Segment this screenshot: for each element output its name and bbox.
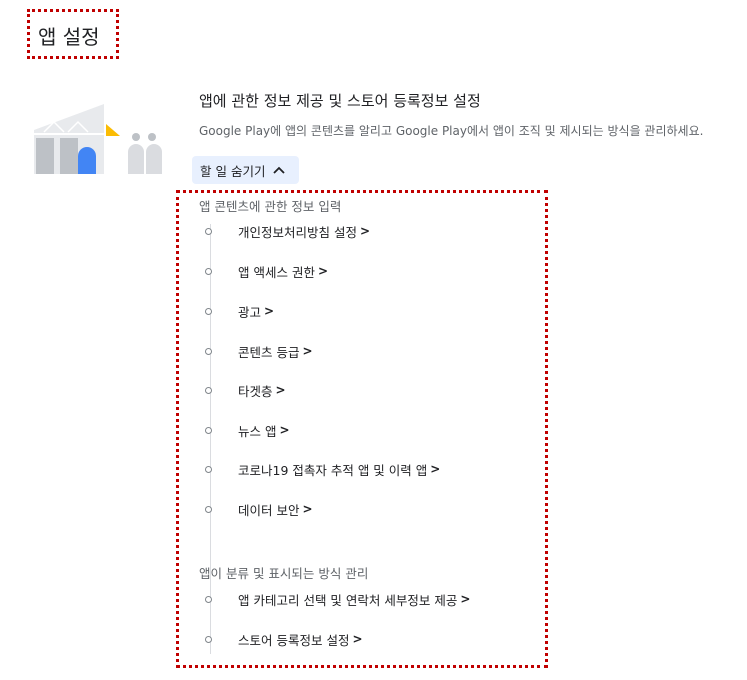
step-link-content-rating[interactable]: 콘텐츠 등급 > xyxy=(238,342,313,361)
chevron-right-icon: > xyxy=(302,502,313,516)
step-status-icon xyxy=(205,227,212,235)
step-status-icon xyxy=(205,465,212,473)
hide-tasks-toggle[interactable]: 할 일 숨기기 xyxy=(192,156,299,184)
page-title: 앱 설정 xyxy=(38,25,100,49)
section-label-store-presence: 앱이 분류 및 표시되는 방식 관리 xyxy=(199,566,369,581)
hide-tasks-label: 할 일 숨기기 xyxy=(200,163,266,179)
chevron-right-icon: > xyxy=(430,462,441,476)
step-news-app: 뉴스 앱 > xyxy=(205,419,290,441)
step-target-audience: 타겟층 > xyxy=(205,379,286,401)
step-link-target-audience[interactable]: 타겟층 > xyxy=(238,381,286,400)
step-app-access: 앱 액세스 권한 > xyxy=(205,260,328,282)
step-link-data-safety[interactable]: 데이터 보안 > xyxy=(238,500,313,519)
chevron-right-icon: > xyxy=(275,383,286,397)
step-content-rating: 콘텐츠 등급 > xyxy=(205,340,313,362)
chevron-right-icon: > xyxy=(264,304,275,318)
step-store-listing: 스토어 등록정보 설정 > xyxy=(205,628,363,650)
step-link-app-access[interactable]: 앱 액세스 권한 > xyxy=(238,262,328,281)
step-status-icon xyxy=(205,595,212,603)
step-status-icon xyxy=(205,426,212,434)
step-link-store-listing[interactable]: 스토어 등록정보 설정 > xyxy=(238,630,363,649)
step-status-icon xyxy=(205,347,212,355)
intro-heading: 앱에 관한 정보 제공 및 스토어 등록정보 설정 xyxy=(199,92,481,110)
step-link-news-app[interactable]: 뉴스 앱 > xyxy=(238,421,290,440)
step-status-icon xyxy=(205,386,212,394)
section-label-app-content: 앱 콘텐츠에 관한 정보 입력 xyxy=(199,199,342,214)
chevron-right-icon: > xyxy=(317,264,329,278)
step-status-icon xyxy=(205,635,212,643)
app-setup-illustration xyxy=(34,104,162,174)
title-annotation-box: 앱 설정 xyxy=(27,9,119,59)
step-category-contact: 앱 카테고리 선택 및 연락처 세부정보 제공 > xyxy=(205,588,470,610)
step-privacy-policy: 개인정보처리방침 설정 > xyxy=(205,220,370,242)
chevron-up-icon xyxy=(273,166,286,174)
step-link-covid-apps[interactable]: 코로나19 접촉자 추적 앱 및 이력 앱 > xyxy=(238,460,440,479)
chevron-right-icon: > xyxy=(352,632,363,646)
step-link-ads[interactable]: 광고 > xyxy=(238,302,274,321)
step-link-privacy-policy[interactable]: 개인정보처리방침 설정 > xyxy=(238,222,370,241)
step-status-icon xyxy=(205,267,212,275)
step-covid-apps: 코로나19 접촉자 추적 앱 및 이력 앱 > xyxy=(205,458,440,480)
chevron-right-icon: > xyxy=(359,224,371,238)
step-link-category-contact[interactable]: 앱 카테고리 선택 및 연락처 세부정보 제공 > xyxy=(238,590,470,609)
step-data-safety: 데이터 보안 > xyxy=(205,498,313,520)
chevron-right-icon: > xyxy=(302,344,313,358)
step-ads: 광고 > xyxy=(205,300,274,322)
step-status-icon xyxy=(205,505,212,513)
chevron-right-icon: > xyxy=(460,592,471,606)
step-status-icon xyxy=(205,307,212,315)
chevron-right-icon: > xyxy=(279,423,290,437)
intro-description: Google Play에 앱의 콘텐츠를 알리고 Google Play에서 앱… xyxy=(199,124,704,138)
